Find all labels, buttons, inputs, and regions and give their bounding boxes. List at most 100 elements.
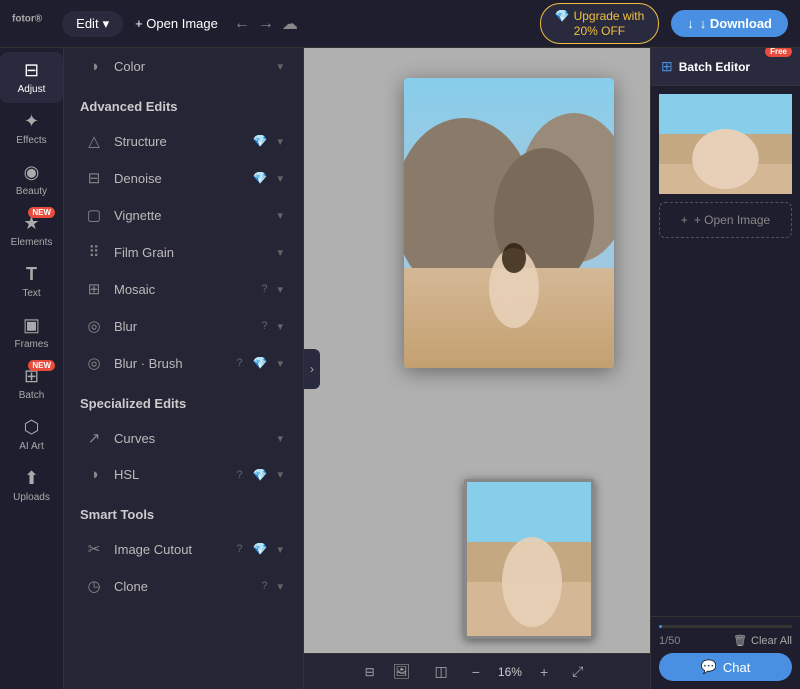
clone-label: Clone [114,579,251,594]
film-grain-icon: ⠿ [84,243,104,261]
sidebar-label-beauty: Beauty [16,186,47,197]
zoom-level: 16% [498,665,522,679]
chevron-icon: ▾ [277,580,283,593]
progress-bar [659,625,792,628]
tool-clone[interactable]: ◷ Clone ? ▾ [70,568,297,604]
tool-film-grain[interactable]: ⠿ Film Grain ▾ [70,234,297,270]
batch-thumbnail-1[interactable] [659,94,792,194]
sidebar-item-ai-art[interactable]: ⬡ AI Art [0,409,63,460]
blur-label: Blur [114,319,251,334]
sidebar-item-text[interactable]: T Text [0,256,63,307]
canvas-background: › [304,48,650,689]
upgrade-button[interactable]: 💎 Upgrade with 20% OFF [540,3,660,44]
main-photo [404,78,614,368]
beauty-icon: ◉ [24,162,40,183]
tool-denoise[interactable]: ⊟ Denoise 💎 ▾ [70,160,297,196]
structure-label: Structure [114,134,243,149]
sidebar-item-beauty[interactable]: ◉ Beauty [0,154,63,205]
compare-btn[interactable]: ◫ [429,659,454,684]
canvas-tool-icon: ⊟ [365,665,375,679]
clear-all-label: Clear All [751,635,792,647]
image-icon-btn[interactable]: 🖼 [387,659,417,684]
download-icon: ↓ [687,16,694,31]
logo: fotor® [12,12,42,35]
sidebar-label-elements: Elements [11,237,53,248]
open-image-button[interactable]: + Open Image [135,16,218,31]
cloud-button[interactable]: ☁ [282,14,298,34]
sidebar-item-batch[interactable]: NEW ⊞ Batch [0,358,63,409]
chevron-left-icon: › [310,362,314,376]
hsl-label: HSL [114,467,226,482]
tool-vignette[interactable]: ▢ Vignette ▾ [70,197,297,233]
collapse-handle[interactable]: › [304,349,320,389]
chevron-down-icon: ▾ [103,16,110,32]
tool-blur-brush[interactable]: ◎ Blur · Brush ? 💎 ▾ [70,345,297,381]
tool-hsl[interactable]: ◑ HSL ? 💎 ▾ [70,457,297,492]
tool-structure[interactable]: △ Structure 💎 ▾ [70,123,297,159]
chevron-icon: ▾ [277,209,283,222]
blur-brush-label: Blur · Brush [114,356,226,371]
adjust-icon: ⊟ [24,60,39,81]
history-controls: ← → ☁ [234,14,298,34]
fit-button[interactable]: ⤢ [566,659,589,684]
sidebar-label-batch: Batch [19,390,45,401]
progress-bar-fill [659,625,662,628]
gem-icon: 💎 [555,9,570,23]
topbar: fotor® Edit ▾ + Open Image ← → ☁ 💎 Upgra… [0,0,800,48]
tool-blur[interactable]: ◎ Blur ? ▾ [70,308,297,344]
right-panel: Free ⊞ Batch Editor + + Open Image [650,48,800,689]
sidebar-label-frames: Frames [15,339,49,350]
chevron-icon: ▾ [277,60,283,73]
upgrade-line1: Upgrade with [574,9,645,23]
plus-icon: + [681,213,688,227]
chevron-icon: ▾ [277,468,283,481]
advanced-edits-header: Advanced Edits [64,85,303,122]
premium-gem-icon: 💎 [253,171,268,185]
tool-color[interactable]: ◑ Color ▾ [70,49,297,84]
denoise-label: Denoise [114,171,243,186]
zoom-in-button[interactable]: + [534,660,554,684]
sidebar-item-effects[interactable]: ✦ Effects [0,103,63,154]
undo-button[interactable]: ← [234,15,250,33]
main-layout: ⊟ Adjust ✦ Effects ◉ Beauty NEW ★ Elemen… [0,48,800,689]
sidebar-item-adjust[interactable]: ⊟ Adjust [0,52,63,103]
premium-gem-icon: 💎 [253,468,268,482]
vignette-icon: ▢ [84,206,104,224]
open-image-label: + Open Image [694,213,770,227]
ai-art-icon: ⬡ [24,417,40,438]
redo-button[interactable]: → [258,15,274,33]
chat-button[interactable]: 💬 Chat [659,653,792,681]
color-icon: ◑ [84,58,104,75]
chat-icon: 💬 [701,659,717,675]
tool-curves[interactable]: ↗ Curves ▾ [70,420,297,456]
sidebar-item-uploads[interactable]: ⬆ Uploads [0,460,63,511]
help-icon: ? [236,469,242,481]
batch-editor-header: Free ⊞ Batch Editor [651,48,800,86]
specialized-edits-header: Specialized Edits [64,382,303,419]
film-grain-label: Film Grain [114,245,267,260]
premium-gem-icon: 💎 [253,356,268,370]
minus-icon: − [472,664,480,680]
zoom-out-button[interactable]: − [466,660,486,684]
effects-icon: ✦ [24,111,39,132]
premium-gem-icon: 💎 [253,134,268,148]
edit-label: Edit [76,16,98,31]
frames-icon: ▣ [23,315,40,336]
download-button[interactable]: ↓ ↓ Download [671,10,788,37]
sidebar-label-ai-art: AI Art [19,441,43,452]
edit-button[interactable]: Edit ▾ [62,11,123,37]
sidebar-item-elements[interactable]: NEW ★ Elements [0,205,63,256]
batch-editor-title: Batch Editor [679,60,750,74]
open-image-label: + Open Image [135,16,218,31]
curves-label: Curves [114,431,267,446]
sidebar-item-frames[interactable]: ▣ Frames [0,307,63,358]
tool-mosaic[interactable]: ⊞ Mosaic ? ▾ [70,271,297,307]
icon-sidebar: ⊟ Adjust ✦ Effects ◉ Beauty NEW ★ Elemen… [0,48,64,689]
right-panel-footer: 1/50 🗑 Clear All 💬 Chat [651,616,800,689]
canvas-toolbar: ⊟ 🖼 ◫ − 16% + ⤢ [304,653,650,689]
uploads-icon: ⬆ [24,468,39,489]
tool-image-cutout[interactable]: ✂ Image Cutout ? 💎 ▾ [70,531,297,567]
sidebar-label-uploads: Uploads [13,492,50,503]
clear-all-button[interactable]: 🗑 Clear All [733,634,792,647]
open-image-plus-button[interactable]: + + Open Image [659,202,792,238]
